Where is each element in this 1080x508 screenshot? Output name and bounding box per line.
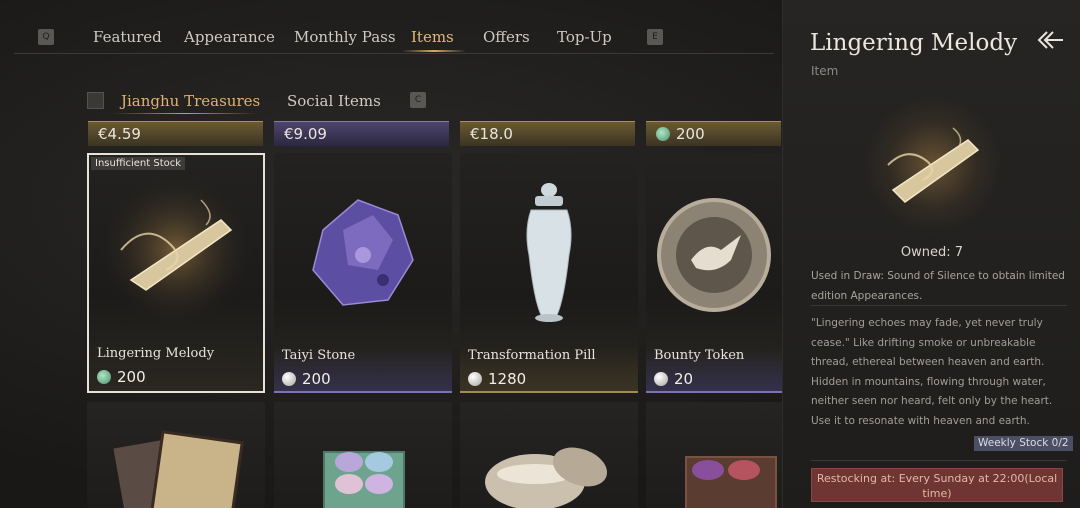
top-nav: Q Featured Appearance Monthly Pass Items… bbox=[14, 22, 774, 54]
tab-featured[interactable]: Featured bbox=[93, 28, 162, 46]
tab-monthly-pass[interactable]: Monthly Pass bbox=[294, 28, 396, 46]
item-name: Transformation Pill bbox=[468, 348, 596, 363]
price-label: €18.0 bbox=[470, 125, 513, 143]
item-price-value: 1280 bbox=[488, 370, 527, 388]
bounty-token-image bbox=[646, 153, 782, 347]
insufficient-stock-badge: Insufficient Stock bbox=[91, 157, 186, 170]
taiyi-stone-image bbox=[274, 153, 452, 347]
divider bbox=[811, 305, 1067, 306]
item-card-taiyi-stone[interactable]: Taiyi Stone 200 bbox=[274, 153, 452, 393]
lingering-melody-image bbox=[89, 155, 263, 345]
item-card-bounty-token[interactable]: Bounty Token 20 bbox=[646, 153, 782, 393]
scroll-book-image bbox=[113, 430, 244, 508]
item-name: Lingering Melody bbox=[97, 346, 215, 361]
nav-left-key-hint[interactable]: Q bbox=[38, 29, 54, 45]
item-price-value: 200 bbox=[302, 370, 331, 388]
item-name: Taiyi Stone bbox=[282, 348, 356, 363]
lore-use-text: Use it to resonate with heaven and earth… bbox=[811, 414, 1030, 427]
tab-items[interactable]: Items bbox=[411, 28, 454, 46]
item-price: 1280 bbox=[468, 370, 526, 388]
jar-image bbox=[485, 447, 608, 508]
subnav-right-key-hint[interactable]: C bbox=[410, 92, 426, 108]
item-card-row2-4[interactable] bbox=[646, 402, 782, 508]
item-price: 200 bbox=[282, 370, 331, 388]
nav-right-key-hint[interactable]: E bbox=[647, 29, 663, 45]
item-card-row2-1[interactable] bbox=[87, 402, 265, 508]
gift-box-image bbox=[323, 451, 405, 508]
item-price-value: 200 bbox=[117, 368, 146, 386]
item-price: 200 bbox=[97, 368, 146, 386]
item-name: Bounty Token bbox=[654, 348, 745, 363]
lore-text: "Lingering echoes may fade, yet never tr… bbox=[811, 317, 1053, 407]
price-bar-1[interactable]: €4.59 bbox=[88, 121, 263, 146]
detail-subtitle: Item bbox=[811, 64, 839, 78]
back-arrow-icon[interactable] bbox=[1033, 26, 1065, 54]
price-bar-2[interactable]: €9.09 bbox=[274, 121, 449, 146]
transformation-pill-image bbox=[460, 153, 638, 347]
tab-items-underline bbox=[402, 50, 466, 52]
subtab-underline bbox=[112, 113, 258, 114]
tab-top-up[interactable]: Top-Up bbox=[557, 28, 612, 46]
item-card-row2-3[interactable] bbox=[460, 402, 638, 508]
detail-item-image bbox=[887, 127, 980, 203]
restock-notice: Restocking at: Every Sunday at 22:00(Loc… bbox=[811, 468, 1063, 502]
subtab-social-items[interactable]: Social Items bbox=[287, 92, 381, 110]
price-bar-3[interactable]: €18.0 bbox=[460, 121, 635, 146]
item-price: 20 bbox=[654, 370, 693, 388]
detail-title: Lingering Melody bbox=[810, 30, 1018, 56]
weekly-stock-badge: Weekly Stock 0/2 bbox=[974, 436, 1073, 451]
jade-icon bbox=[656, 127, 670, 141]
price-label: 200 bbox=[676, 125, 705, 143]
tab-appearance[interactable]: Appearance bbox=[184, 28, 275, 46]
item-detail-panel: Lingering Melody Item Owned: 7 Used in D… bbox=[782, 0, 1080, 508]
owned-count: Owned: 7 bbox=[900, 245, 964, 260]
price-bar-4[interactable]: 200 bbox=[646, 121, 781, 146]
price-label: €4.59 bbox=[98, 125, 141, 143]
item-card-row2-2[interactable] bbox=[274, 402, 452, 508]
powder-box-image bbox=[685, 456, 777, 508]
pearl-icon bbox=[282, 372, 296, 386]
detail-description: Used in Draw: Sound of Silence to obtain… bbox=[811, 270, 1065, 302]
item-price-value: 20 bbox=[674, 370, 694, 388]
tab-offers[interactable]: Offers bbox=[483, 28, 530, 46]
detail-lore: "Lingering echoes may fade, yet never tr… bbox=[811, 314, 1071, 431]
price-label: €9.09 bbox=[284, 125, 327, 143]
item-card-transformation-pill[interactable]: Transformation Pill 1280 bbox=[460, 153, 638, 393]
filter-checkbox[interactable] bbox=[87, 92, 104, 109]
jade-icon bbox=[97, 370, 111, 384]
pearl-icon bbox=[468, 372, 482, 386]
subtab-jianghu-treasures[interactable]: Jianghu Treasures bbox=[121, 92, 260, 110]
item-card-lingering-melody[interactable]: Insufficient Stock Lingering Melody 200 bbox=[87, 153, 265, 393]
divider bbox=[811, 460, 1067, 461]
pearl-icon bbox=[654, 372, 668, 386]
